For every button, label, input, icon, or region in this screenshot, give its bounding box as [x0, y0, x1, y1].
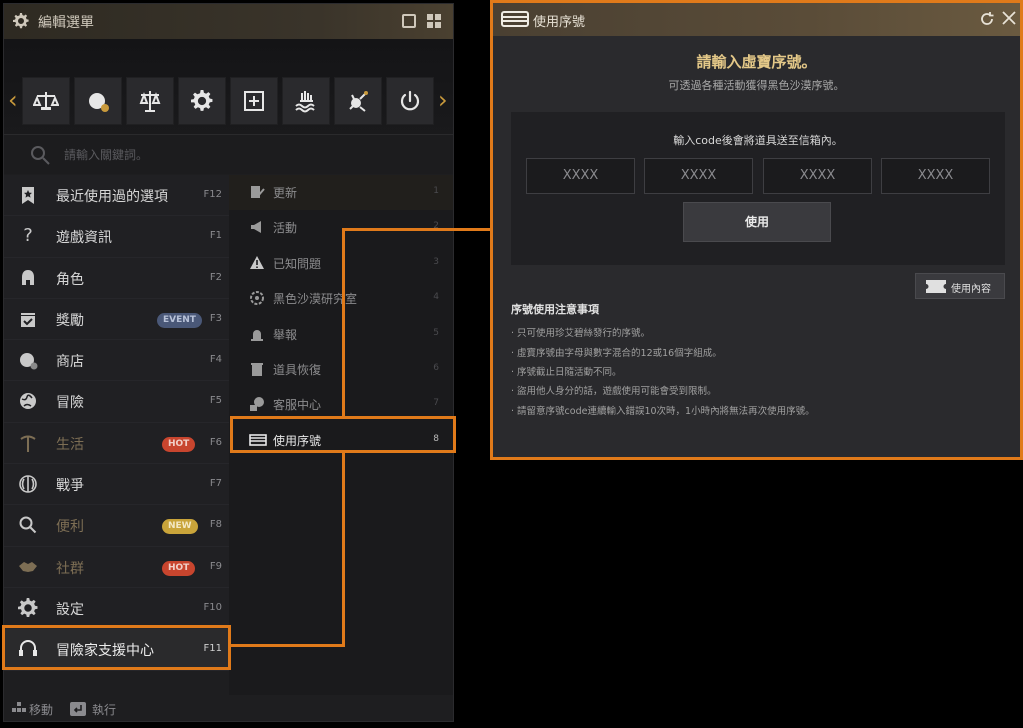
usage-history-label: 使用內容	[951, 284, 991, 295]
window-layout-icon[interactable]	[402, 14, 416, 28]
footer-move-label: 移動	[29, 703, 54, 717]
chat-help-icon	[249, 396, 265, 412]
trash-restore-icon	[249, 361, 265, 377]
submenu-known-issues[interactable]: 已知問題 3	[229, 246, 453, 281]
magnifier-icon	[18, 515, 38, 535]
hand-water-icon[interactable]	[282, 77, 330, 125]
code-field-1[interactable]: XXXX	[526, 158, 635, 194]
category-life[interactable]: 生活 HOT F6	[4, 422, 229, 465]
close-icon[interactable]	[1002, 11, 1016, 25]
dialog-subheading: 可透過各種活動獲得黑色沙漠序號。	[668, 79, 845, 92]
move-icon	[12, 702, 26, 716]
connector-line	[342, 452, 345, 647]
menu-title: 編輯選單	[38, 15, 94, 31]
shop-globe-icon	[18, 350, 38, 370]
menu-footer: 移動 執行	[4, 696, 453, 721]
note-item: · 序號截止日隨活動不同。	[511, 367, 622, 378]
menu-title-bar: 編輯選單	[4, 4, 453, 39]
note-item: · 請留意序號code連續輸入錯誤10次時，1小時內將無法再次使用序號。	[511, 406, 815, 417]
category-settings[interactable]: 設定 F10	[4, 587, 229, 630]
ticket-icon	[501, 10, 529, 28]
category-game-info[interactable]: ? 遊戲資訊 F1	[4, 216, 229, 258]
category-convenience[interactable]: 便利 NEW F8	[4, 505, 229, 547]
gift-check-icon	[18, 309, 38, 329]
megaphone-icon	[249, 219, 265, 235]
code-field-4[interactable]: XXXX	[881, 158, 990, 194]
justice-scales-icon[interactable]	[126, 77, 174, 125]
chevron-left-icon[interactable]: ‹	[8, 88, 18, 112]
siren-icon	[249, 326, 265, 342]
pickaxe-icon	[18, 433, 38, 453]
coupon-dialog: 使用序號 請輸入虛寶序號。 可透過各種活動獲得黑色沙漠序號。 輸入code後會將…	[490, 0, 1023, 460]
plus-box-icon[interactable]	[230, 77, 278, 125]
code-field-3[interactable]: XXXX	[763, 158, 872, 194]
code-field-2[interactable]: XXXX	[644, 158, 753, 194]
submenu-lab[interactable]: 黑色沙漠研究室 4	[229, 281, 453, 316]
note-item: · 盜用他人身分的話，遊戲使用可能會受到限制。	[511, 386, 717, 397]
dialog-title-bar: 使用序號	[493, 3, 1020, 36]
note-item: · 虛寶序號由字母與數字混合的12或16個字組成。	[511, 348, 722, 359]
refresh-icon[interactable]	[979, 11, 995, 27]
search-icon	[30, 145, 50, 165]
hot-badge: HOT	[162, 436, 196, 452]
question-icon: ?	[23, 225, 33, 247]
connector-line	[342, 228, 492, 231]
category-rewards[interactable]: 獎勵 EVENT F3	[4, 298, 229, 341]
bookmark-star-icon	[18, 185, 38, 205]
gear-icon	[13, 13, 29, 29]
skill-node-icon[interactable]	[334, 77, 382, 125]
category-recent[interactable]: 最近使用過的選項 F12	[4, 175, 229, 217]
coupon-highlight	[230, 416, 456, 453]
category-adventure[interactable]: 冒險 F5	[4, 381, 229, 423]
category-community[interactable]: 社群 HOT F9	[4, 546, 229, 588]
dialog-heading: 請輸入虛寶序號。	[696, 53, 817, 71]
event-badge: EVENT	[157, 312, 202, 328]
search-input[interactable]: 請輸入關鍵詞。	[64, 146, 148, 163]
gear-icon	[18, 597, 38, 618]
category-list: 最近使用過的選項 F12 ? 遊戲資訊 F1 角色 F2 獎勵 EVENT F3…	[4, 175, 229, 671]
connector-line	[342, 228, 345, 418]
submenu-update[interactable]: 更新 1	[229, 175, 453, 211]
note-item: · 只可使用珍艾碧絲發行的序號。	[511, 328, 651, 339]
handshake-icon	[18, 557, 38, 577]
new-badge: NEW	[162, 519, 198, 535]
category-war[interactable]: 戰爭 F7	[4, 464, 229, 506]
use-button[interactable]: 使用	[683, 202, 831, 242]
submenu-report[interactable]: 舉報 5	[229, 317, 453, 352]
hot-badge: HOT	[162, 560, 196, 576]
chevron-right-icon[interactable]: ›	[438, 88, 448, 112]
submenu-item-restore[interactable]: 道具恢復 6	[229, 352, 453, 387]
code-entry-box: 輸入code後會將道具送至信箱內。 XXXX XXXX XXXX XXXX 使用	[511, 112, 1005, 265]
helmet-icon	[18, 268, 38, 288]
shop-globe-icon[interactable]	[74, 77, 122, 125]
crest-icon	[18, 474, 38, 494]
menu-search[interactable]: 請輸入關鍵詞。	[4, 134, 453, 174]
grid-icon[interactable]	[427, 14, 441, 28]
category-character[interactable]: 角色 F2	[4, 257, 229, 299]
ticket-icon	[926, 280, 946, 293]
power-icon[interactable]	[386, 77, 434, 125]
notes-title: 序號使用注意事項	[511, 303, 599, 316]
code-instruction: 輸入code後會將道具送至信箱內。	[673, 134, 843, 147]
edit-menu-window: 編輯選單 ‹ › 請輸入關鍵詞。 最近使用過的選項 F12 ? 遊戲資訊 F1 …	[3, 3, 454, 722]
category-shop[interactable]: 商店 F4	[4, 340, 229, 382]
support-highlight	[2, 625, 231, 670]
scales-book-icon[interactable]	[22, 77, 70, 125]
globe-icon	[18, 391, 38, 411]
connector-line	[231, 644, 345, 647]
gear-icon[interactable]	[178, 77, 226, 125]
enter-key-icon	[70, 702, 86, 716]
notepad-pen-icon	[249, 184, 265, 200]
footer-execute-label: 執行	[92, 703, 117, 717]
dialog-title: 使用序號	[533, 15, 586, 30]
gear-eye-icon	[249, 290, 265, 306]
usage-history-button[interactable]: 使用內容	[915, 273, 1005, 299]
warning-icon	[249, 255, 265, 271]
